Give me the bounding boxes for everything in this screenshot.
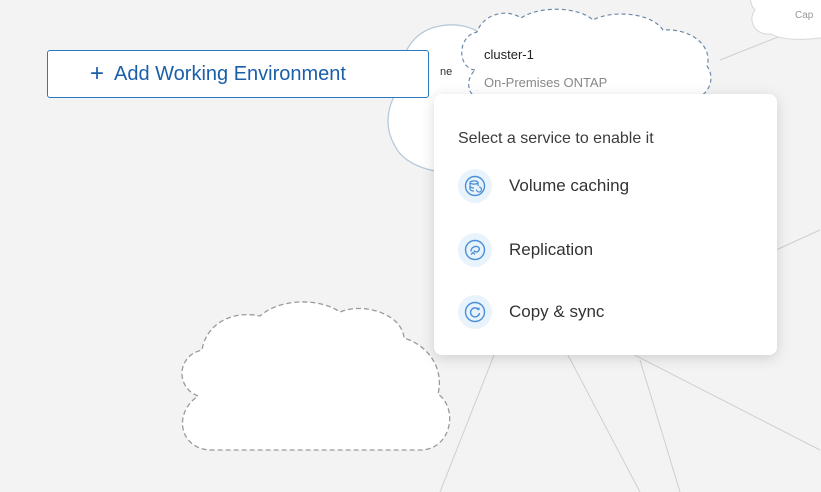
working-environment-type: On-Premises ONTAP <box>484 75 608 90</box>
empty-cloud-placeholder[interactable] <box>168 296 458 460</box>
volume-caching-icon <box>458 169 492 203</box>
working-environment-name[interactable]: cluster-1 <box>484 47 534 62</box>
working-canvas: Cap ne cluster-1 On-Premises ONTAP + Add… <box>0 0 821 492</box>
service-label-copy-sync: Copy & sync <box>509 302 605 321</box>
add-working-environment-label: Add Working Environment <box>114 62 346 85</box>
service-label-volume-caching: Volume caching <box>509 176 630 195</box>
cloud-partial-right[interactable] <box>745 0 821 45</box>
service-item-volume-caching[interactable]: Volume caching <box>458 166 629 206</box>
service-selection-popup: Select a service to enable it Volume cac… <box>434 94 777 355</box>
cap-label: Cap <box>795 10 814 21</box>
add-working-environment-button[interactable]: + Add Working Environment <box>47 50 429 98</box>
service-item-replication[interactable]: Replication <box>458 230 593 270</box>
replication-icon <box>458 233 492 267</box>
service-item-copy-sync[interactable]: Copy & sync <box>458 292 604 332</box>
plus-icon: + <box>90 60 105 87</box>
working-environment-peek-label: ne <box>440 66 453 78</box>
copy-sync-icon <box>458 295 492 329</box>
service-label-replication: Replication <box>509 240 594 259</box>
popup-title: Select a service to enable it <box>458 130 654 147</box>
